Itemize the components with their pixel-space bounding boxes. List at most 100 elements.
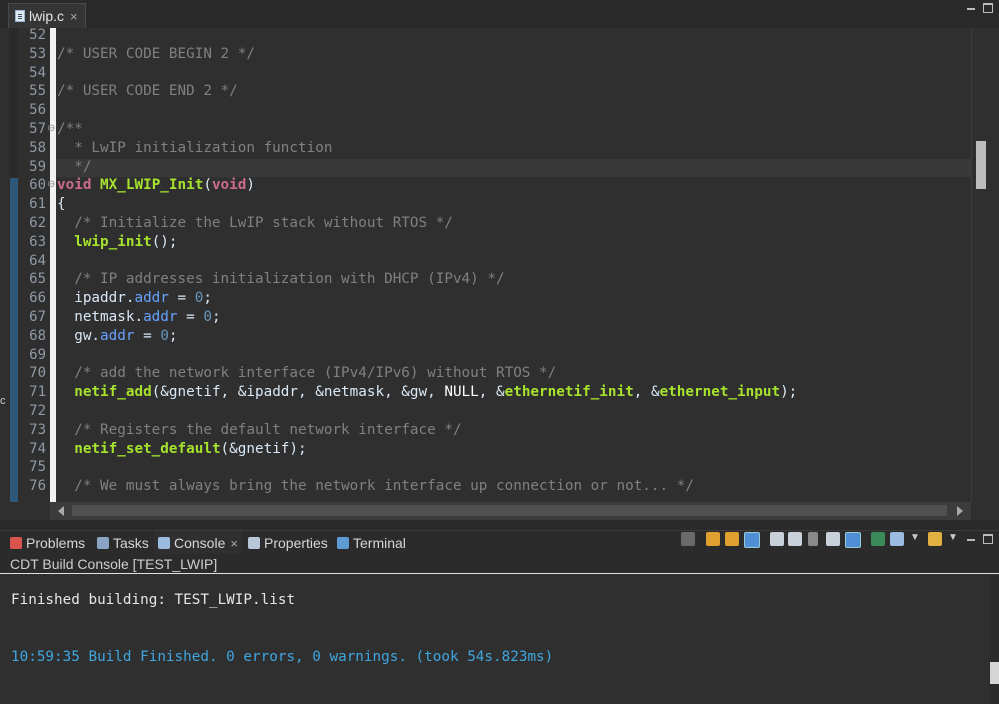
line-number: 75 (29, 459, 46, 476)
code-token: /* Initialize the LwIP stack without RTO… (57, 215, 453, 231)
dropdown-icon[interactable]: ▼ (910, 532, 920, 546)
console-scrollbar[interactable] (989, 576, 999, 704)
line-number: 69 (29, 346, 46, 363)
tab-tasks[interactable]: Tasks (97, 531, 149, 555)
c-file-icon (15, 10, 25, 22)
code-token: = (177, 309, 204, 325)
code-line: netif_add(&gnetif, &ipaddr, &netmask, &g… (57, 383, 797, 402)
minimize-icon[interactable] (966, 3, 976, 13)
horizontal-scrollbar[interactable] (50, 502, 971, 520)
tab-properties[interactable]: Properties (248, 531, 328, 555)
code-token: ; (211, 309, 221, 325)
vertical-scrollbar[interactable] (971, 28, 999, 502)
scroll-up-icon[interactable] (725, 532, 739, 546)
code-token: /* add the network interface (IPv4/IPv6)… (57, 365, 557, 382)
console-scroll-thumb[interactable] (990, 662, 999, 684)
tab-label: Properties (264, 535, 328, 551)
open-console-icon[interactable] (890, 532, 904, 546)
scroll-left-icon[interactable] (58, 506, 64, 516)
code-token: (); (151, 233, 178, 250)
code-line: /* USER CODE END 2 */ (57, 82, 238, 101)
code-token: , & (478, 384, 505, 401)
code-line: /* Initialize the LwIP stack without RTO… (57, 214, 453, 233)
fold-toggle-icon[interactable]: ⊖ (47, 176, 55, 195)
code-token: netif_add (74, 384, 152, 401)
close-icon[interactable]: × (230, 536, 238, 551)
code-line: /* We must always bring the network inte… (57, 477, 694, 496)
problems-icon (10, 537, 22, 549)
code-token: ); (780, 384, 798, 401)
code-token: /* USER CODE END 2 */ (57, 83, 238, 100)
line-number: 68 (29, 327, 46, 344)
code-token: (&gnetif); (220, 440, 307, 457)
line-number: 55 (29, 83, 46, 100)
code-line: netif_set_default(&gnetif); (57, 440, 307, 459)
terminal-icon (337, 537, 349, 549)
horizontal-scroll-thumb[interactable] (72, 505, 947, 516)
view-menu-icon[interactable]: ▼ (948, 532, 958, 546)
maximize-icon[interactable] (983, 3, 993, 13)
code-line: */ (57, 158, 91, 177)
line-number: 63 (29, 233, 46, 250)
close-icon[interactable]: × (70, 9, 78, 24)
line-number: 71 (29, 384, 46, 401)
editor-tab-label: lwip.c (29, 8, 65, 24)
code-token: ( (203, 177, 212, 194)
word-wrap-icon[interactable] (744, 532, 760, 548)
left-edge-marker: c (0, 395, 6, 407)
change-marker (10, 178, 18, 502)
code-line: /* add the network interface (IPv4/IPv6)… (57, 364, 556, 383)
line-number: 61 (29, 196, 46, 213)
display-console-icon[interactable] (871, 532, 885, 546)
code-token: netif_set_default (74, 440, 221, 457)
code-token: /** (57, 121, 83, 137)
console-title: CDT Build Console [TEST_LWIP] (0, 554, 999, 574)
line-number: 66 (29, 290, 46, 307)
code-token: ethernet_input (659, 384, 781, 401)
line-number: 58 (29, 139, 46, 156)
maximize-icon[interactable] (983, 534, 993, 544)
page-icon[interactable] (826, 532, 840, 546)
copy-icon[interactable] (770, 532, 784, 546)
tab-label: Problems (26, 535, 86, 551)
line-number: 67 (29, 309, 46, 325)
line-number: 73 (29, 421, 46, 438)
code-token: lwip_init (74, 233, 152, 250)
code-token: NULL (444, 384, 479, 401)
editor-tab-lwip-c[interactable]: lwip.c × (8, 3, 86, 28)
tab-label: Console (174, 535, 226, 551)
scroll-down-icon[interactable] (706, 532, 720, 546)
tab-terminal[interactable]: Terminal (337, 531, 406, 555)
new-console-icon[interactable] (928, 532, 942, 546)
line-number: 60 (29, 177, 46, 194)
pin-console-icon[interactable] (845, 532, 861, 548)
tab-console[interactable]: Console × (154, 531, 242, 555)
code-token: , & (633, 384, 660, 401)
line-number: 52 (29, 28, 46, 43)
line-number: 59 (29, 158, 46, 175)
line-number: 54 (29, 64, 46, 81)
code-editor[interactable]: 52 53 /* USER CODE BEGIN 2 */ 54 55 /* USER C… (0, 28, 999, 502)
console-output[interactable]: Finished building: TEST_LWIP.list 10:59:… (0, 576, 999, 704)
code-token: ) (246, 177, 255, 194)
code-token: /* IP addresses initialization with DHCP… (57, 271, 505, 288)
line-number: 53 (29, 45, 46, 62)
vertical-scroll-thumb[interactable] (976, 141, 986, 189)
code-token: 0 (160, 327, 169, 344)
select-all-icon[interactable] (788, 532, 802, 546)
console-line: Finished building: TEST_LWIP.list (11, 592, 296, 608)
minimize-icon[interactable] (966, 534, 976, 544)
fold-toggle-icon[interactable]: ⊖ (47, 120, 55, 139)
code-token: /* USER CODE BEGIN 2 */ (57, 45, 255, 62)
scroll-right-icon[interactable] (957, 506, 963, 516)
line-number: 72 (29, 403, 46, 419)
clear-console-icon[interactable] (681, 532, 695, 546)
panel-divider[interactable] (0, 520, 999, 530)
code-token: addr (100, 327, 135, 344)
lines-icon[interactable] (808, 532, 818, 546)
tab-problems[interactable]: Problems (10, 531, 85, 555)
